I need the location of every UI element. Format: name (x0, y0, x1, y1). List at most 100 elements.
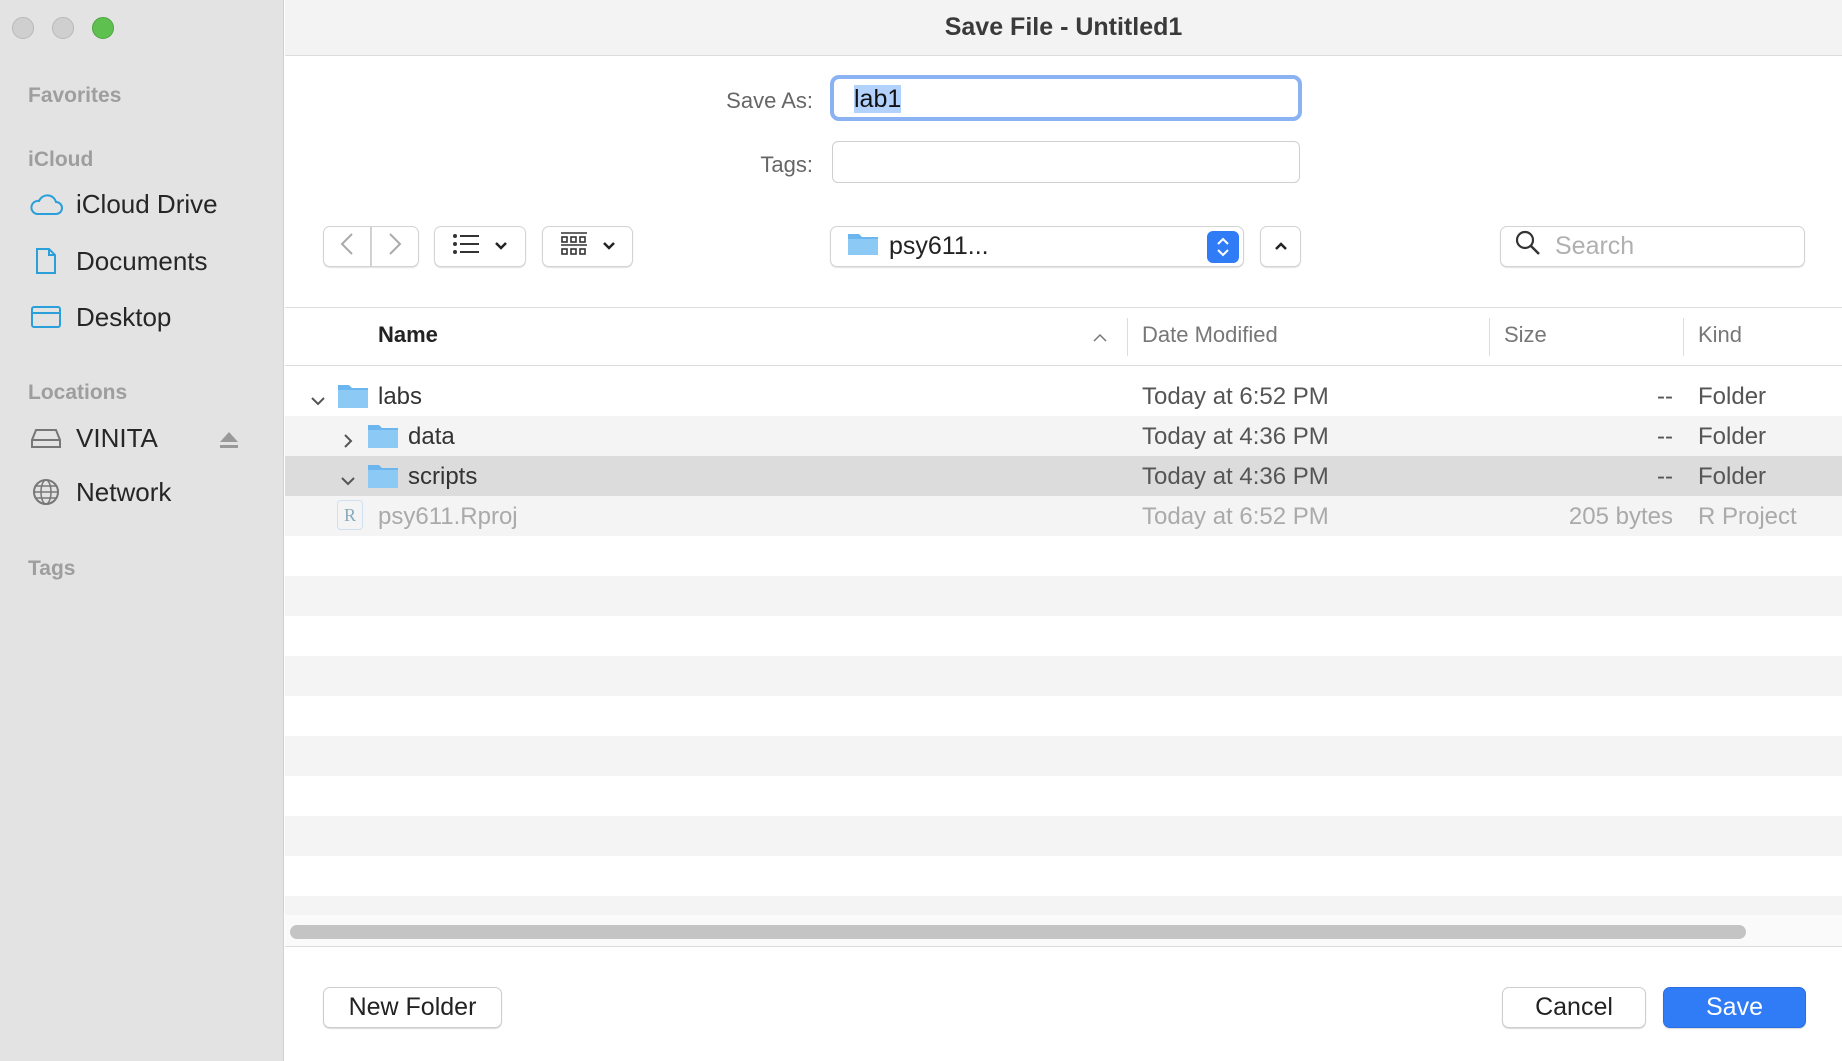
file-name: data (408, 423, 455, 450)
row-stripe (285, 696, 1842, 736)
new-folder-button[interactable]: New Folder (323, 987, 502, 1028)
sidebar-item-vinita[interactable]: VINITA (28, 418, 258, 458)
divider (285, 365, 1842, 366)
table-row[interactable]: data Today at 4:36 PM -- Folder (285, 416, 1842, 456)
table-row[interactable]: scripts Today at 4:36 PM -- Folder (285, 456, 1842, 496)
zoom-button[interactable] (92, 17, 114, 39)
close-button[interactable] (12, 17, 34, 39)
tags-label: Tags: (760, 152, 813, 177)
file-name: psy611.Rproj (378, 503, 518, 530)
section-favorites: Favorites (28, 84, 122, 107)
globe-icon (28, 477, 64, 507)
chevron-down-icon (602, 238, 616, 256)
location-popup[interactable]: psy611... (830, 226, 1244, 267)
window-title: Save File - Untitled1 (285, 0, 1842, 56)
file-date: Today at 6:52 PM (1142, 503, 1329, 530)
sidebar-item-label: Desktop (76, 301, 172, 332)
file-size: -- (1657, 423, 1673, 450)
save-button[interactable]: Save (1663, 987, 1806, 1028)
sidebar-item-label: Network (76, 476, 172, 507)
file-kind: Folder (1698, 463, 1767, 490)
chevron-down-icon[interactable] (340, 468, 356, 496)
file-kind: Folder (1698, 383, 1767, 410)
list-view-button[interactable] (434, 226, 526, 267)
document-icon (28, 246, 64, 276)
sidebar-item-label: VINITA (76, 422, 158, 453)
updown-chevron-icon (1207, 231, 1239, 263)
column-divider[interactable] (1127, 318, 1128, 356)
group-view-button[interactable] (542, 226, 633, 267)
file-name: labs (378, 383, 423, 410)
table-row[interactable]: labs Today at 6:52 PM -- Folder (285, 376, 1842, 416)
chevron-down-icon[interactable] (310, 388, 326, 416)
chevron-up-icon (1274, 238, 1288, 256)
column-header-kind[interactable]: Kind (1698, 322, 1742, 348)
forward-button[interactable] (371, 226, 419, 267)
save-as-input[interactable]: lab1 (830, 75, 1302, 121)
chevron-right-icon (388, 232, 402, 261)
cancel-button[interactable]: Cancel (1502, 987, 1646, 1028)
column-divider[interactable] (1489, 318, 1490, 356)
divider (285, 307, 1842, 308)
horizontal-scrollbar[interactable] (290, 925, 1746, 939)
section-tags: Tags (28, 557, 76, 580)
folder-icon (847, 230, 879, 263)
column-header-date[interactable]: Date Modified (1142, 322, 1278, 348)
back-button[interactable] (323, 226, 371, 267)
row-stripe (285, 776, 1842, 816)
file-date: Today at 4:36 PM (1142, 463, 1329, 490)
chevron-right-icon[interactable] (340, 428, 356, 456)
folder-icon (367, 462, 399, 497)
row-stripe (285, 896, 1842, 915)
save-as-label: Save As: (726, 88, 813, 113)
row-stripe (285, 576, 1842, 616)
desktop-icon (28, 302, 64, 332)
grid-icon (560, 231, 588, 262)
sidebar-item-network[interactable]: Network (28, 472, 171, 512)
sort-ascending-icon (1092, 330, 1108, 348)
chevron-down-icon (494, 238, 508, 256)
column-header-size[interactable]: Size (1504, 322, 1547, 348)
sidebar-item-icloud-drive[interactable]: iCloud Drive (28, 184, 218, 224)
row-stripe (285, 816, 1842, 856)
row-stripe (285, 736, 1842, 776)
drive-icon (28, 423, 64, 453)
row-stripe (285, 856, 1842, 896)
search-icon (1515, 230, 1541, 263)
tags-input[interactable] (832, 141, 1300, 183)
sidebar-item-desktop[interactable]: Desktop (28, 297, 171, 337)
file-kind: Folder (1698, 423, 1767, 450)
file-date: Today at 4:36 PM (1142, 423, 1329, 450)
section-locations: Locations (28, 381, 128, 404)
r-project-icon: R (337, 500, 363, 530)
file-date: Today at 6:52 PM (1142, 383, 1329, 410)
sidebar: Favorites iCloud iCloud Drive Documents … (0, 0, 284, 1061)
eject-icon[interactable] (218, 426, 240, 457)
minimize-button[interactable] (52, 17, 74, 39)
column-divider[interactable] (1683, 318, 1684, 356)
search-input[interactable]: Search (1500, 226, 1805, 267)
section-icloud: iCloud (28, 148, 94, 171)
sidebar-item-label: Documents (76, 245, 208, 276)
sidebar-item-documents[interactable]: Documents (28, 241, 208, 281)
table-row[interactable]: Rpsy611.Rproj Today at 6:52 PM 205 bytes R … (285, 496, 1842, 536)
list-icon (452, 233, 480, 260)
file-name: scripts (408, 463, 478, 490)
chevron-left-icon (340, 232, 354, 261)
search-placeholder: Search (1555, 232, 1635, 260)
folder-icon (337, 382, 369, 417)
divider (285, 946, 1842, 947)
cloud-icon (28, 189, 64, 219)
file-size: -- (1657, 383, 1673, 410)
file-size: 205 bytes (1568, 503, 1673, 530)
row-stripe (285, 656, 1842, 696)
collapse-button[interactable] (1260, 226, 1301, 267)
save-as-value: lab1 (854, 85, 902, 113)
location-label: psy611... (889, 232, 989, 260)
column-header-name[interactable]: Name (378, 322, 438, 348)
folder-icon (367, 422, 399, 457)
row-stripe (285, 536, 1842, 576)
file-size: -- (1657, 463, 1673, 490)
file-kind: R Project (1698, 503, 1797, 530)
sidebar-item-label: iCloud Drive (76, 188, 218, 219)
